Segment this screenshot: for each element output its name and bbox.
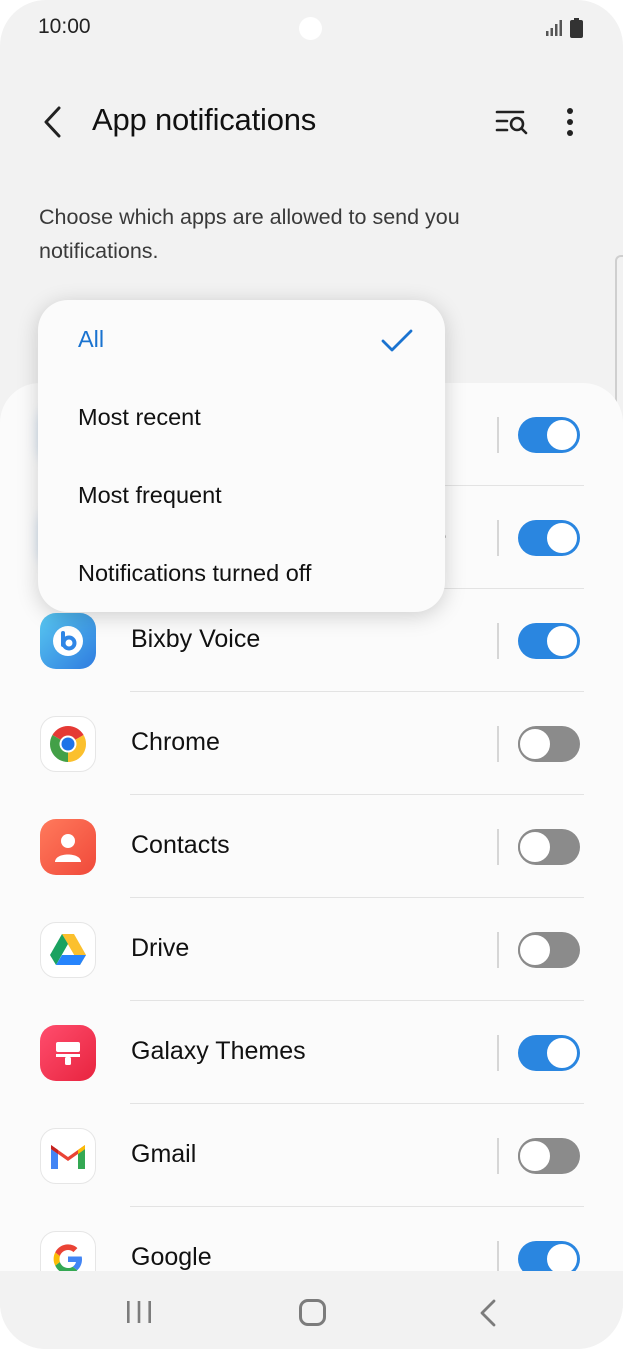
back-button[interactable] bbox=[32, 100, 72, 144]
galaxy-themes-icon bbox=[40, 1025, 96, 1081]
more-vertical-icon bbox=[567, 108, 573, 136]
list-item[interactable]: Contacts bbox=[0, 795, 623, 898]
divider bbox=[497, 520, 499, 556]
gmail-icon bbox=[40, 1128, 96, 1184]
status-bar: 10:00 bbox=[0, 0, 623, 56]
back-nav-icon[interactable] bbox=[478, 1298, 498, 1328]
notification-toggle[interactable] bbox=[518, 1138, 580, 1174]
notification-toggle[interactable] bbox=[518, 932, 580, 968]
divider bbox=[497, 1035, 499, 1071]
more-options-button[interactable] bbox=[552, 102, 588, 142]
list-item[interactable]: Galaxy Themes bbox=[0, 1001, 623, 1104]
divider bbox=[497, 726, 499, 762]
app-name: Gmail bbox=[131, 1140, 197, 1168]
dropdown-item-most-recent[interactable]: Most recent bbox=[38, 380, 445, 458]
page-description: Choose which apps are allowed to send yo… bbox=[39, 205, 460, 263]
divider bbox=[497, 932, 499, 968]
notification-toggle[interactable] bbox=[518, 829, 580, 865]
list-item[interactable]: Gmail bbox=[0, 1104, 623, 1207]
notification-toggle[interactable] bbox=[518, 623, 580, 659]
dropdown-item-label: Notifications turned off bbox=[78, 560, 312, 586]
app-name: Contacts bbox=[131, 831, 230, 859]
list-item[interactable]: Drive bbox=[0, 898, 623, 1001]
notification-toggle[interactable] bbox=[518, 520, 580, 556]
app-name: Galaxy Themes bbox=[131, 1037, 306, 1065]
app-name: Drive bbox=[131, 934, 190, 962]
app-name: Bixby Voice bbox=[131, 625, 261, 653]
chrome-icon bbox=[40, 716, 96, 772]
app-name: Chrome bbox=[131, 728, 220, 756]
divider bbox=[497, 829, 499, 865]
search-button[interactable] bbox=[490, 102, 534, 142]
recent-apps-icon[interactable] bbox=[125, 1300, 153, 1324]
status-time: 10:00 bbox=[38, 15, 91, 38]
navigation-bar bbox=[0, 1271, 623, 1349]
dropdown-item-label: Most frequent bbox=[78, 482, 222, 508]
checkmark-icon bbox=[381, 329, 413, 352]
search-list-icon bbox=[495, 110, 528, 135]
chevron-left-icon bbox=[44, 106, 61, 138]
divider bbox=[497, 417, 499, 453]
home-button[interactable] bbox=[299, 1299, 326, 1326]
dropdown-item-notifications-off[interactable]: Notifications turned off bbox=[38, 536, 445, 614]
drive-icon bbox=[40, 922, 96, 978]
app-name: Google bbox=[131, 1243, 212, 1271]
signal-icon bbox=[546, 20, 562, 36]
notification-toggle[interactable] bbox=[518, 1035, 580, 1071]
battery-icon bbox=[570, 18, 583, 38]
notification-toggle[interactable] bbox=[518, 726, 580, 762]
bixby-icon bbox=[40, 613, 96, 669]
app-bar: App notifications bbox=[0, 80, 623, 164]
dropdown-item-label: Most recent bbox=[78, 404, 201, 430]
front-camera bbox=[299, 17, 322, 40]
dropdown-item-label: All bbox=[78, 326, 105, 352]
page-title: App notifications bbox=[92, 102, 317, 137]
filter-dropdown: All Most recent Most frequent Notificati… bbox=[38, 300, 445, 612]
notification-toggle[interactable] bbox=[518, 417, 580, 453]
list-item[interactable]: Chrome bbox=[0, 692, 623, 795]
phone-screen: 10:00 App notifications Choose which app… bbox=[0, 0, 623, 1349]
divider bbox=[497, 623, 499, 659]
divider bbox=[497, 1138, 499, 1174]
contacts-icon bbox=[40, 819, 96, 875]
dropdown-item-most-frequent[interactable]: Most frequent bbox=[38, 458, 445, 536]
dropdown-item-all[interactable]: All bbox=[38, 302, 445, 380]
